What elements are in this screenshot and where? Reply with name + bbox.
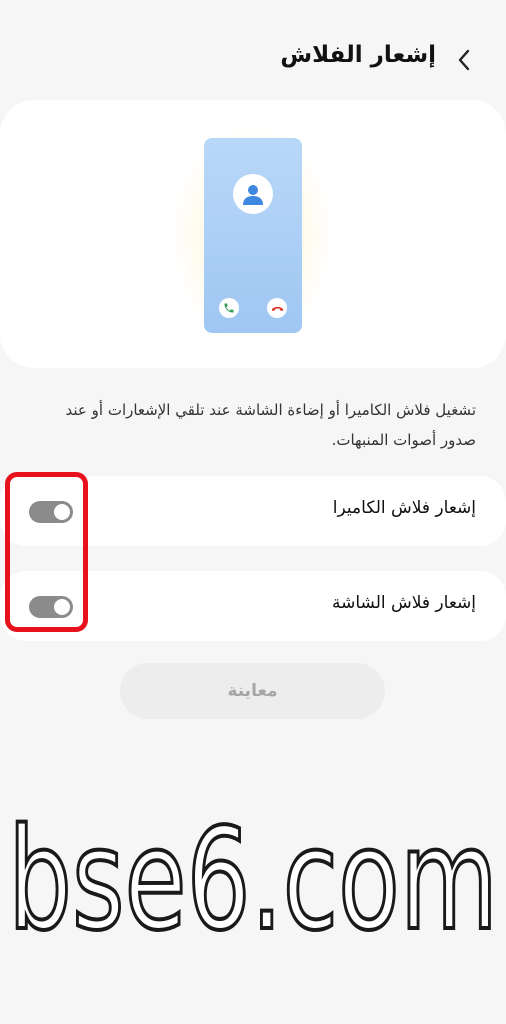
chevron-left-icon (458, 49, 470, 71)
watermark: bse6.com (6, 797, 500, 960)
decline-call-button (267, 298, 287, 318)
watermark-text: bse6.com (8, 799, 498, 960)
back-button[interactable] (450, 44, 478, 76)
flash-preview-card (0, 100, 506, 368)
phone-decline-icon (271, 306, 283, 311)
setting-label: إشعار فلاش الشاشة (332, 593, 476, 613)
accept-call-button (219, 298, 239, 318)
preview-button[interactable]: معاينة (120, 663, 385, 719)
toggle-highlight-box (5, 472, 88, 632)
setting-label: إشعار فلاش الكاميرا (332, 498, 476, 518)
person-icon (243, 185, 263, 205)
header: إشعار الفلاش (0, 0, 506, 110)
page-title: إشعار الفلاش (280, 42, 436, 68)
phone-illustration (204, 138, 302, 333)
avatar (233, 174, 273, 214)
feature-description: تشغيل فلاش الكاميرا أو إضاءة الشاشة عند … (65, 401, 476, 449)
phone-accept-icon (224, 303, 234, 313)
